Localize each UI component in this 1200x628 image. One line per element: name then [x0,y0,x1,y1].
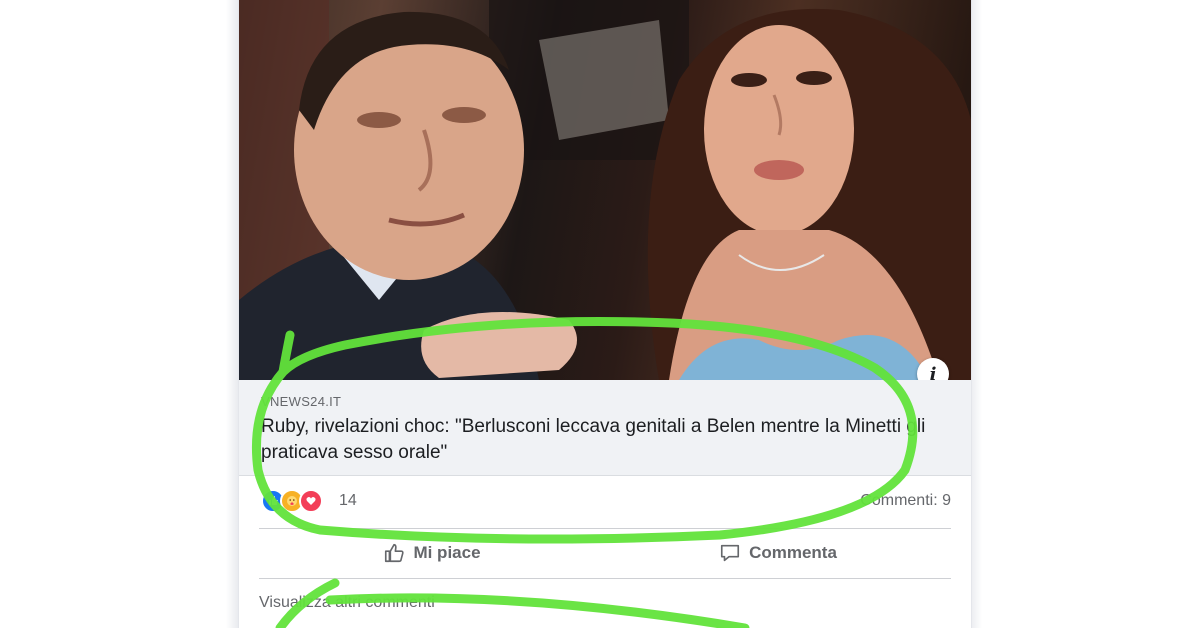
post-actions: Mi piace Commenta [259,530,951,576]
comments-count[interactable]: Commenti: 9 [860,492,951,510]
link-preview-image[interactable] [239,0,971,380]
link-preview-meta[interactable]: VNEWS24.IT Ruby, rivelazioni choc: "Berl… [239,380,971,476]
photo-illustration [239,0,971,380]
card-shadow-left [226,0,238,628]
view-more-comments-link[interactable]: Visualizza altri commenti [259,594,435,612]
comment-button[interactable]: Commenta [605,530,951,576]
like-button[interactable]: Mi piace [259,530,605,576]
love-icon [299,489,323,513]
reaction-count[interactable]: 14 [339,492,357,510]
link-title[interactable]: Ruby, rivelazioni choc: "Berlusconi lecc… [261,414,941,466]
reactions-summary: 14 Commenti: 9 [239,478,971,526]
link-domain: VNEWS24.IT [261,394,342,409]
divider [259,528,951,529]
reaction-icons[interactable] [261,489,323,513]
divider [259,578,951,579]
thumbs-up-icon [385,543,405,563]
facebook-post-card: i VNEWS24.IT Ruby, rivelazioni choc: "Be… [238,0,972,628]
comment-icon [720,544,740,562]
like-button-label: Mi piace [413,543,481,562]
comment-button-label: Commenta [749,543,837,562]
